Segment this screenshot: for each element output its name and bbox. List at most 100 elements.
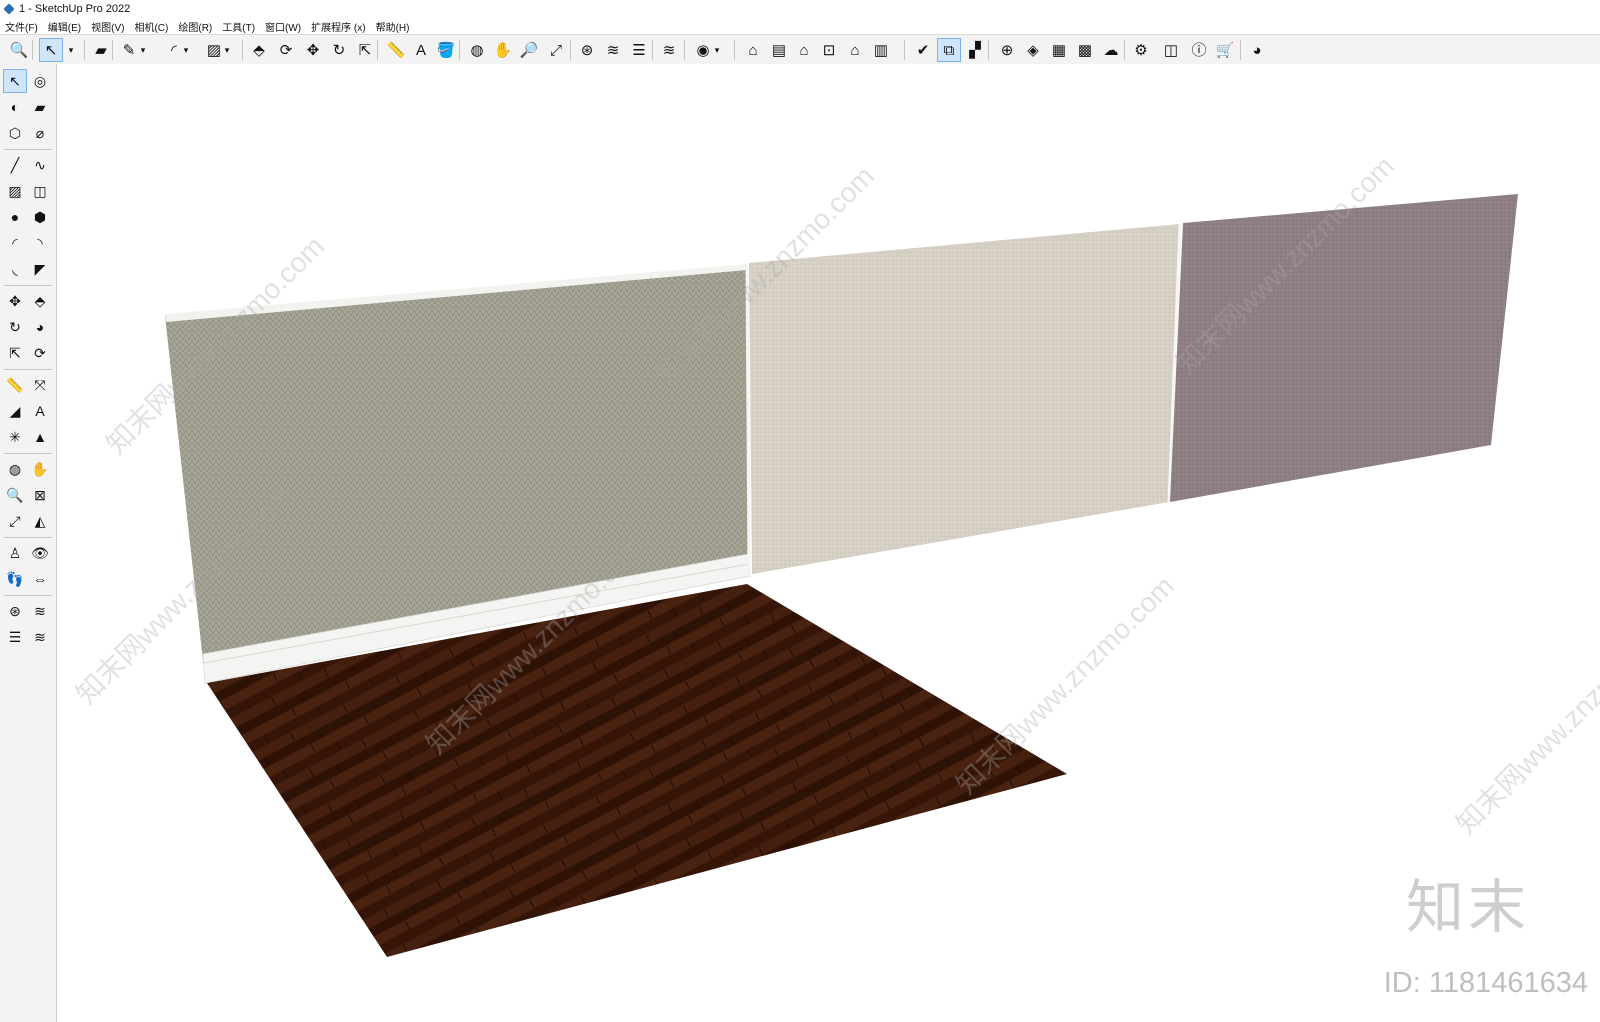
eyedropper-tool-icon[interactable]: ⌀ [29, 122, 51, 144]
select-dropdown-icon[interactable]: ▾ [66, 39, 76, 61]
zoom-tool-icon[interactable]: 🔎 [518, 39, 540, 61]
three-point-arc-tool-icon[interactable]: ◟ [4, 258, 26, 280]
menu-item-7[interactable]: 扩展程序 (x) [311, 19, 365, 34]
orbit-tool-icon[interactable]: ◎ [29, 70, 51, 92]
profile-dropdown-icon[interactable]: ▾ [712, 39, 722, 61]
scale-tool-icon[interactable]: ⇱ [4, 342, 26, 364]
window-title: 1 - SketchUp Pro 2022 [19, 3, 131, 15]
follow-me-tool-icon[interactable]: ◕ [29, 316, 51, 338]
line-tool-icon[interactable]: ╱ [4, 154, 26, 176]
info-icon[interactable]: ⓘ [1188, 39, 1210, 61]
shadows-icon[interactable]: ◈ [1022, 39, 1044, 61]
cart-icon[interactable]: 🛒 [1214, 39, 1236, 61]
menu-item-2[interactable]: 视图(V) [91, 19, 124, 34]
move-tool-icon[interactable]: ✥ [4, 290, 26, 312]
walk-icon[interactable]: 👣 [4, 568, 26, 590]
orbit-nav-icon[interactable]: ◍ [4, 458, 26, 480]
3d-text-tool-icon[interactable]: ▲ [29, 426, 51, 448]
arc-dropdown-icon[interactable]: ▾ [181, 39, 191, 61]
styles-icon[interactable]: ✔ [912, 39, 934, 61]
outliner-icon[interactable]: ⧉ [937, 38, 961, 62]
section-icon[interactable]: ≋ [602, 39, 624, 61]
add-location-icon[interactable]: ⊕ [996, 39, 1018, 61]
warehouse-left-icon[interactable]: ⊛ [4, 600, 26, 622]
orbit-icon[interactable]: ◍ [466, 39, 488, 61]
account-icon[interactable]: ◕ [1246, 39, 1268, 61]
component-tool-icon[interactable]: ⬡ [4, 122, 26, 144]
iso-view-icon[interactable]: ⌂ [742, 39, 764, 61]
pan-icon[interactable]: ✋ [492, 39, 514, 61]
menu-item-1[interactable]: 编辑(E) [48, 19, 81, 34]
menu-item-4[interactable]: 绘图(R) [178, 19, 212, 34]
zoom-extents-nav-icon[interactable]: ⤢ [4, 510, 26, 532]
pan-nav-icon[interactable]: ✋ [29, 458, 51, 480]
select-tool-icon[interactable]: ↖ [3, 69, 27, 93]
dimension-tool-icon[interactable]: ⤧ [29, 374, 51, 396]
select-icon[interactable]: ↖ [39, 38, 63, 62]
menu-item-3[interactable]: 相机(C) [134, 19, 168, 34]
right-view-icon[interactable]: ⌂ [844, 39, 866, 61]
front-view-icon[interactable]: ▤ [768, 39, 790, 61]
rotate-icon[interactable]: ↻ [328, 39, 350, 61]
messages-icon[interactable]: ◫ [1160, 39, 1182, 61]
tape-tool-icon[interactable]: 📏 [4, 374, 26, 396]
extension-manager-icon[interactable]: ⚙ [1130, 39, 1152, 61]
beige-linen-panel[interactable] [749, 224, 1180, 574]
materials-icon[interactable]: ▩ [1074, 39, 1096, 61]
text-tool-icon[interactable]: A [29, 400, 51, 422]
text-icon[interactable]: A [410, 39, 432, 61]
zoom-icon[interactable]: 🔍 [8, 39, 30, 61]
eraser-icon[interactable]: ▰ [90, 39, 112, 61]
arc-tool-icon[interactable]: ◜ [4, 232, 26, 254]
zoom-window-icon[interactable]: ⊠ [29, 484, 51, 506]
tags-icon[interactable]: ≋ [658, 39, 680, 61]
3d-viewport[interactable]: 知末网www.znzmo.com 知末网www.znzmo.com 知末网www.z… [57, 64, 1600, 1022]
move-icon[interactable]: ✥ [302, 39, 324, 61]
polygon-tool-icon[interactable]: ⬢ [29, 206, 51, 228]
position-camera-icon[interactable]: ♙ [4, 542, 26, 564]
pencil-icon[interactable]: ✎ [118, 39, 140, 61]
menu-item-0[interactable]: 文件(F) [5, 19, 38, 34]
fog-icon[interactable]: ▦ [1048, 39, 1070, 61]
rectangle-tool-icon[interactable]: ▨ [4, 180, 26, 202]
home-view-icon[interactable]: ⌂ [793, 39, 815, 61]
section-fill-icon[interactable]: ≋ [29, 626, 51, 648]
scenes-icon[interactable]: ▞ [964, 39, 986, 61]
layers-left-icon[interactable]: ☰ [4, 626, 26, 648]
protractor-tool-icon[interactable]: ◢ [4, 400, 26, 422]
section-display-icon[interactable]: ≋ [29, 600, 51, 622]
menu-item-5[interactable]: 工具(T) [222, 19, 255, 34]
menu-item-8[interactable]: 帮助(H) [376, 19, 410, 34]
back-view-icon[interactable]: ▥ [870, 39, 892, 61]
push-pull-icon[interactable]: ⬘ [248, 39, 270, 61]
paint-bucket-icon[interactable]: 🪣 [435, 39, 457, 61]
previous-view-icon[interactable]: ◭ [29, 510, 51, 532]
rectangle-dropdown-icon[interactable]: ▾ [222, 39, 232, 61]
section-plane-icon[interactable]: ⇔ [29, 568, 51, 590]
top-view-icon[interactable]: ⊡ [818, 39, 840, 61]
rotate-tool-icon[interactable]: ↻ [4, 316, 26, 338]
zoom-nav-icon[interactable]: 🔍 [4, 484, 26, 506]
pencil-dropdown-icon[interactable]: ▾ [138, 39, 148, 61]
look-around-icon[interactable]: 👁 [29, 542, 51, 564]
paint-tool-icon[interactable]: ◐ [4, 96, 26, 118]
menu-item-6[interactable]: 窗口(W) [265, 19, 301, 34]
two-point-arc-tool-icon[interactable]: ◝ [29, 232, 51, 254]
offset-icon[interactable]: ⟳ [275, 39, 297, 61]
zoom-extents-icon[interactable]: ⤢ [545, 39, 567, 61]
rotated-rectangle-tool-icon[interactable]: ◫ [29, 180, 51, 202]
freehand-tool-icon[interactable]: ∿ [29, 154, 51, 176]
axes-tool-icon[interactable]: ✳ [4, 426, 26, 448]
circle-tool-icon[interactable]: ● [4, 206, 26, 228]
offset-tool-icon[interactable]: ⟳ [29, 342, 51, 364]
cloud-icon[interactable]: ☁ [1100, 39, 1122, 61]
eraser-tool-icon[interactable]: ▰ [29, 96, 51, 118]
layers-icon[interactable]: ☰ [628, 39, 650, 61]
warehouse-icon[interactable]: ⊛ [576, 39, 598, 61]
pie-tool-icon[interactable]: ◤ [29, 258, 51, 280]
push-pull-tool-icon[interactable]: ⬘ [29, 290, 51, 312]
tape-measure-icon[interactable]: 📏 [385, 39, 407, 61]
profile-icon[interactable]: ◉ [692, 39, 714, 61]
znzmo-logo: 知末 [1405, 873, 1530, 941]
scale-icon[interactable]: ⇱ [354, 39, 376, 61]
